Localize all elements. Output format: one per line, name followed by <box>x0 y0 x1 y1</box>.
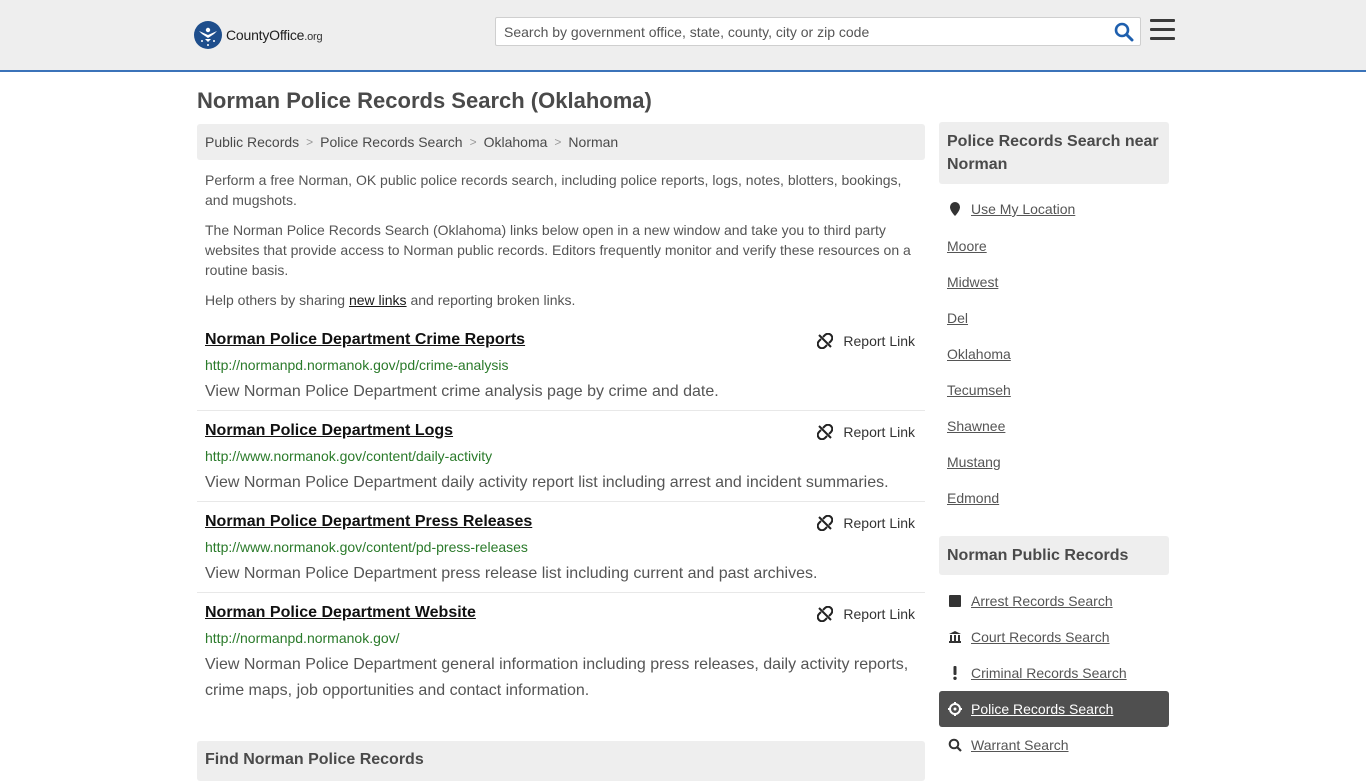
result-description: View Norman Police Department daily acti… <box>205 474 889 491</box>
result-item: Norman Police Department Logs Report Lin… <box>197 422 925 502</box>
result-item: Norman Police Department Website Report … <box>197 604 925 704</box>
disclaimer-paragraph: The Norman Police Records Search (Oklaho… <box>205 222 911 278</box>
share-text-before: Help others by sharing <box>205 292 349 308</box>
logo-text: CountyOffice.org <box>226 27 323 43</box>
sidebar-item-label: Criminal Records Search <box>971 665 1127 681</box>
find-heading: Find Norman Police Records <box>205 751 424 768</box>
breadcrumb: Public Records > Police Records Search >… <box>197 124 925 160</box>
share-text-after: and reporting broken links. <box>406 292 576 308</box>
magnifier-icon <box>947 737 963 753</box>
report-link-label: Report Link <box>843 424 915 440</box>
breadcrumb-separator: > <box>554 135 562 149</box>
hamburger-menu-icon[interactable] <box>1150 19 1175 41</box>
result-item: Norman Police Department Crime Reports R… <box>197 331 925 411</box>
result-title-link[interactable]: Norman Police Department Website <box>205 604 476 622</box>
result-item: Norman Police Department Press Releases … <box>197 513 925 593</box>
broken-link-icon <box>817 333 834 349</box>
search-icon <box>1114 22 1134 42</box>
result-title-link[interactable]: Norman Police Department Press Releases <box>205 513 532 531</box>
near-link-oklahoma[interactable]: Oklahoma <box>947 346 1011 362</box>
report-link-button[interactable]: Report Link <box>817 424 915 440</box>
broken-link-icon <box>817 515 834 531</box>
sidebar-item-label: Police Records Search <box>971 701 1114 717</box>
near-link-midwest[interactable]: Midwest <box>947 274 998 290</box>
result-title-link[interactable]: Norman Police Department Logs <box>205 422 453 440</box>
crosshair-icon <box>947 701 963 717</box>
near-link-del[interactable]: Del <box>947 310 968 326</box>
result-url: http://www.normanok.gov/content/daily-ac… <box>205 448 493 464</box>
near-link-tecumseh[interactable]: Tecumseh <box>947 382 1011 398</box>
sidebar-item-arrest-records[interactable]: Arrest Records Search <box>939 583 1169 619</box>
use-location-link[interactable]: Use My Location <box>971 201 1075 217</box>
result-title-link[interactable]: Norman Police Department Crime Reports <box>205 331 525 349</box>
near-link-mustang[interactable]: Mustang <box>947 454 1001 470</box>
report-link-label: Report Link <box>843 333 915 349</box>
report-link-button[interactable]: Report Link <box>817 515 915 531</box>
square-icon <box>947 593 963 609</box>
near-link-edmond[interactable]: Edmond <box>947 490 999 506</box>
sidebar-item-warrant-search[interactable]: Warrant Search <box>939 727 1169 763</box>
report-link-label: Report Link <box>843 606 915 622</box>
broken-link-icon <box>817 424 834 440</box>
new-links-link[interactable]: new links <box>349 292 407 308</box>
logo-tld-text: .org <box>304 31 323 43</box>
breadcrumb-oklahoma[interactable]: Oklahoma <box>484 134 548 150</box>
courthouse-icon <box>947 629 963 645</box>
sidebar-item-label: Arrest Records Search <box>971 593 1113 609</box>
result-url: http://www.normanok.gov/content/pd-press… <box>205 539 528 555</box>
find-section: Find Norman Police Records <box>197 741 925 781</box>
breadcrumb-police-records-search[interactable]: Police Records Search <box>320 134 462 150</box>
public-records-heading: Norman Public Records <box>939 536 1169 575</box>
near-link-shawnee[interactable]: Shawnee <box>947 418 1005 434</box>
use-location-row[interactable]: Use My Location <box>947 201 1075 217</box>
report-link-button[interactable]: Report Link <box>817 606 915 622</box>
sidebar-item-court-records[interactable]: Court Records Search <box>939 619 1169 655</box>
report-link-button[interactable]: Report Link <box>817 333 915 349</box>
page-title: Norman Police Records Search (Oklahoma) <box>197 88 652 113</box>
sidebar-item-criminal-records[interactable]: Criminal Records Search <box>939 655 1169 691</box>
search-bar <box>495 17 1141 46</box>
search-input[interactable] <box>496 18 1106 45</box>
near-link-moore[interactable]: Moore <box>947 238 987 254</box>
breadcrumb-public-records[interactable]: Public Records <box>205 134 299 150</box>
share-paragraph: Help others by sharing new links and rep… <box>205 290 917 310</box>
site-header: CountyOffice.org <box>0 0 1366 72</box>
broken-link-icon <box>817 606 834 622</box>
report-link-label: Report Link <box>843 515 915 531</box>
map-pin-icon <box>950 202 960 216</box>
breadcrumb-norman[interactable]: Norman <box>568 134 618 150</box>
logo-main-text: CountyOffice <box>226 27 305 43</box>
breadcrumb-separator: > <box>469 135 477 149</box>
breadcrumb-separator: > <box>306 135 314 149</box>
eagle-seal-icon <box>194 21 222 49</box>
result-url: http://normanpd.normanok.gov/ <box>205 630 400 646</box>
result-description: View Norman Police Department general in… <box>205 656 909 699</box>
sidebar-item-police-records[interactable]: Police Records Search <box>939 691 1169 727</box>
near-heading: Police Records Search near Norman <box>939 122 1169 184</box>
sidebar-item-label: Court Records Search <box>971 629 1110 645</box>
intro-paragraph: Perform a free Norman, OK public police … <box>205 172 902 208</box>
sidebar-item-label: Warrant Search <box>971 737 1069 753</box>
result-description: View Norman Police Department crime anal… <box>205 383 719 400</box>
exclamation-icon <box>947 665 963 681</box>
search-button[interactable] <box>1114 22 1134 42</box>
result-url: http://normanpd.normanok.gov/pd/crime-an… <box>205 357 509 373</box>
result-description: View Norman Police Department press rele… <box>205 565 818 582</box>
site-logo[interactable]: CountyOffice.org <box>194 20 323 50</box>
